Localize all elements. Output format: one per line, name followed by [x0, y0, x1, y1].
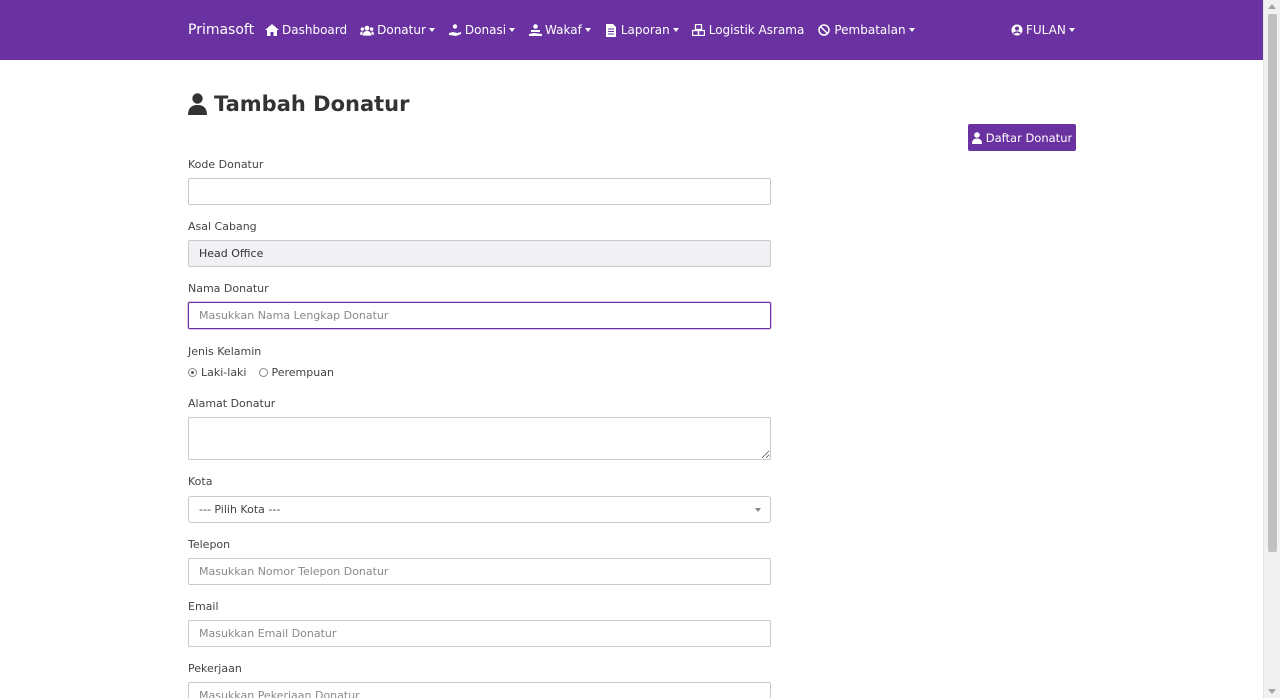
alamat-donatur-textarea[interactable] [188, 417, 771, 460]
radio-checked-icon [188, 368, 197, 377]
nav-donasi[interactable]: Donasi [448, 23, 516, 37]
chevron-down-icon [584, 28, 591, 32]
email-label: Email [188, 600, 219, 613]
user-name: FULAN [1026, 23, 1066, 37]
nav-donatur[interactable]: Donatur [360, 23, 435, 37]
file-icon [604, 23, 618, 37]
jenis-kelamin-label: Jenis Kelamin [188, 345, 262, 358]
page-title: Tambah Donatur [188, 92, 409, 116]
scroll-down-arrow-icon[interactable] [1268, 689, 1276, 694]
nav-logistik-asrama[interactable]: Logistik Asrama [692, 23, 805, 37]
top-navbar: Primasoft Dashboard Donatur Donasi Wakaf… [0, 0, 1263, 60]
chevron-down-icon [908, 28, 915, 32]
nav-dashboard[interactable]: Dashboard [265, 23, 347, 37]
nav-pembatalan-label: Pembatalan [834, 23, 906, 37]
scrollbar-thumb[interactable] [1268, 14, 1277, 552]
kode-donatur-label: Kode Donatur [188, 158, 264, 171]
nav-laporan-label: Laporan [620, 23, 670, 37]
daftar-donatur-button[interactable]: Daftar Donatur [968, 124, 1076, 151]
main-nav: Dashboard Donatur Donasi Wakaf Laporan L… [265, 0, 928, 60]
donate-hand-icon [448, 23, 462, 37]
kota-select[interactable]: --- Pilih Kota --- [188, 496, 771, 523]
telepon-input[interactable] [188, 558, 771, 585]
nama-donatur-input[interactable] [188, 302, 771, 329]
nav-donatur-label: Donatur [377, 23, 426, 37]
radio-laki-laki-label: Laki-laki [201, 366, 247, 379]
radio-laki-laki[interactable]: Laki-laki [188, 366, 247, 379]
vertical-scrollbar[interactable] [1263, 0, 1280, 698]
nav-donasi-label: Donasi [464, 23, 507, 37]
gender-radio-group: Laki-laki Perempuan [188, 366, 346, 379]
nama-donatur-label: Nama Donatur [188, 282, 269, 295]
daftar-donatur-label: Daftar Donatur [985, 130, 1073, 145]
nav-dashboard-label: Dashboard [282, 23, 348, 37]
chevron-down-icon [1068, 28, 1075, 32]
telepon-label: Telepon [188, 538, 231, 551]
radio-perempuan[interactable]: Perempuan [258, 366, 334, 379]
users-icon [360, 23, 375, 37]
wakaf-hand-icon [528, 23, 542, 37]
email-input[interactable] [188, 620, 771, 647]
asal-cabang-input[interactable] [188, 240, 771, 267]
home-icon [265, 23, 279, 37]
nav-pembatalan[interactable]: Pembatalan [817, 23, 915, 37]
asal-cabang-label: Asal Cabang [188, 220, 257, 233]
user-icon [188, 93, 207, 115]
chevron-down-icon [672, 28, 679, 32]
brand-logo[interactable]: Primasoft [188, 22, 254, 38]
cubes-icon [692, 23, 706, 37]
nav-logistik-asrama-label: Logistik Asrama [708, 23, 805, 37]
page: Primasoft Dashboard Donatur Donasi Wakaf… [0, 0, 1263, 698]
ban-icon [817, 23, 831, 37]
chevron-down-icon [428, 28, 435, 32]
nav-wakaf[interactable]: Wakaf [528, 23, 591, 37]
kota-label: Kota [188, 475, 213, 488]
nav-laporan[interactable]: Laporan [604, 23, 679, 37]
radio-perempuan-label: Perempuan [271, 366, 334, 379]
kota-select-value: --- Pilih Kota --- [199, 503, 281, 516]
kode-donatur-input[interactable] [188, 178, 771, 205]
alamat-donatur-label: Alamat Donatur [188, 397, 276, 410]
pekerjaan-label: Pekerjaan [188, 662, 242, 675]
chevron-down-icon [509, 28, 516, 32]
pekerjaan-input[interactable] [188, 682, 771, 698]
page-title-text: Tambah Donatur [214, 92, 410, 116]
user-circle-icon [1011, 24, 1023, 36]
nav-wakaf-label: Wakaf [545, 23, 582, 37]
chevron-down-icon [755, 508, 761, 512]
scroll-up-arrow-icon[interactable] [1268, 4, 1276, 9]
user-icon [971, 131, 982, 144]
radio-unchecked-icon [258, 368, 268, 377]
user-menu[interactable]: FULAN [1011, 0, 1075, 60]
